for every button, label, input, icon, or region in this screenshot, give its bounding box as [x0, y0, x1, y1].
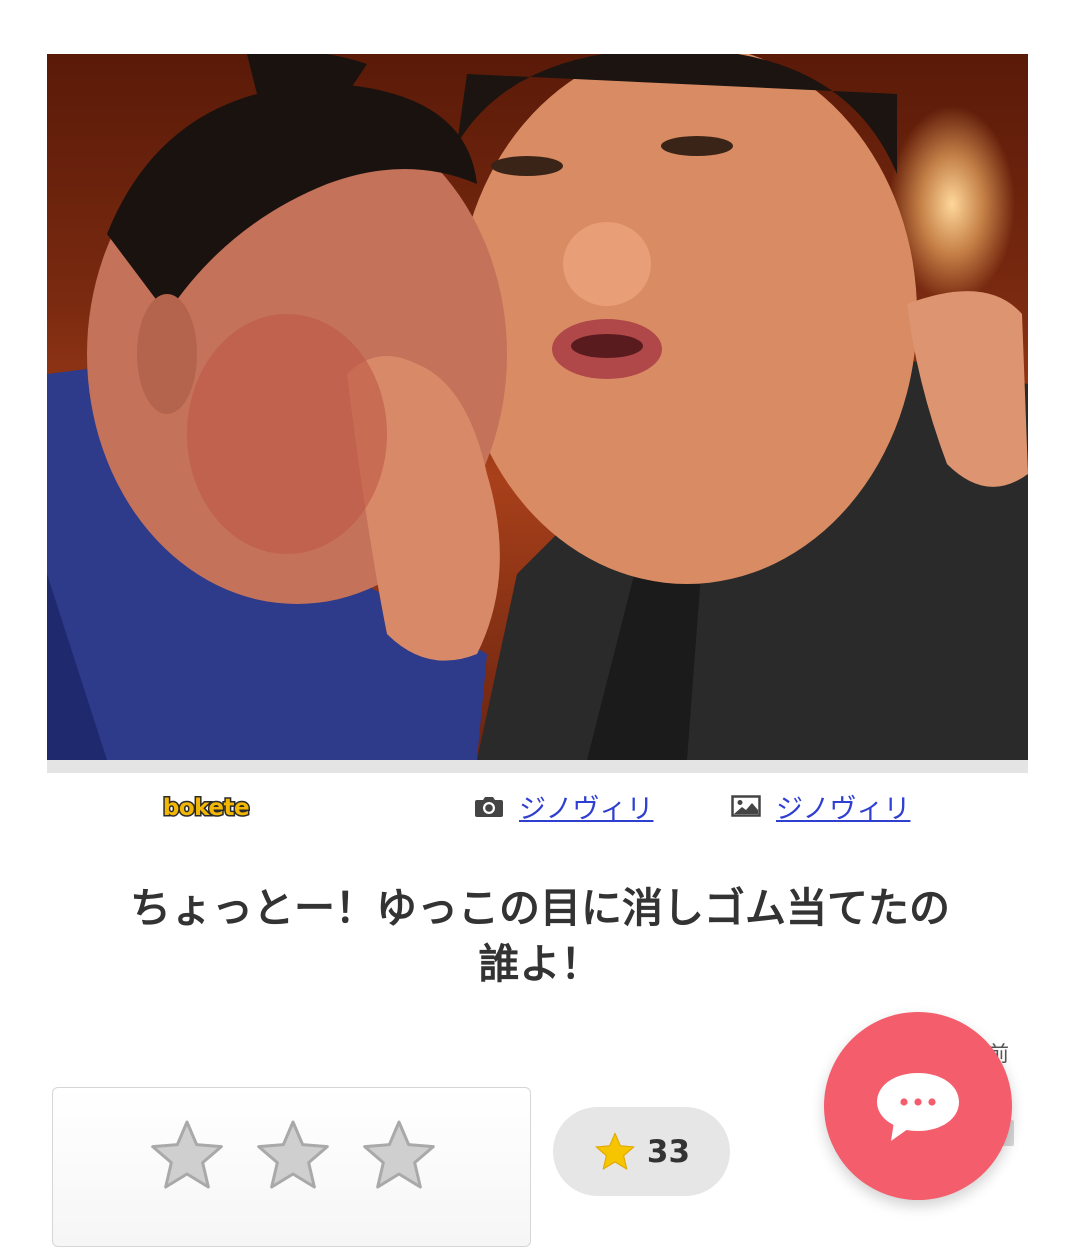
bokete-logo[interactable]: bokete [148, 794, 264, 823]
image-icon [730, 793, 762, 819]
comment-button[interactable] [824, 1012, 1012, 1200]
credits-row: bokete ジノヴィリ ジノヴィリ [0, 780, 1080, 835]
rate-star-1[interactable] [147, 1116, 227, 1196]
photo-author-link[interactable]: ジノヴィリ [519, 787, 653, 826]
photo-divider [47, 760, 1028, 773]
caption-line-1: ちょっとー！ゆっこの目に消しゴム当てたの [130, 884, 950, 932]
boke-caption: ちょっとー！ゆっこの目に消しゴム当てたの 誰よ！ [60, 880, 1020, 992]
image-author-link[interactable]: ジノヴィリ [776, 787, 910, 826]
star-icon [151, 1120, 223, 1189]
star-icon [257, 1120, 329, 1189]
photo-credit: ジノヴィリ [473, 786, 653, 826]
rate-star-3[interactable] [359, 1116, 439, 1196]
star-count: 33 [646, 1133, 691, 1170]
image-credit: ジノヴィリ [730, 786, 910, 826]
caption-line-2: 誰よ！ [478, 940, 602, 988]
rating-box [52, 1087, 531, 1247]
star-count-badge: 33 [553, 1107, 730, 1196]
comment-bubble-icon [877, 1073, 959, 1141]
rate-star-2[interactable] [253, 1116, 333, 1196]
photo-illustration [47, 54, 1028, 760]
camera-icon [473, 793, 505, 819]
post-photo[interactable] [47, 54, 1028, 760]
star-icon [363, 1120, 435, 1189]
star-icon [595, 1132, 635, 1170]
